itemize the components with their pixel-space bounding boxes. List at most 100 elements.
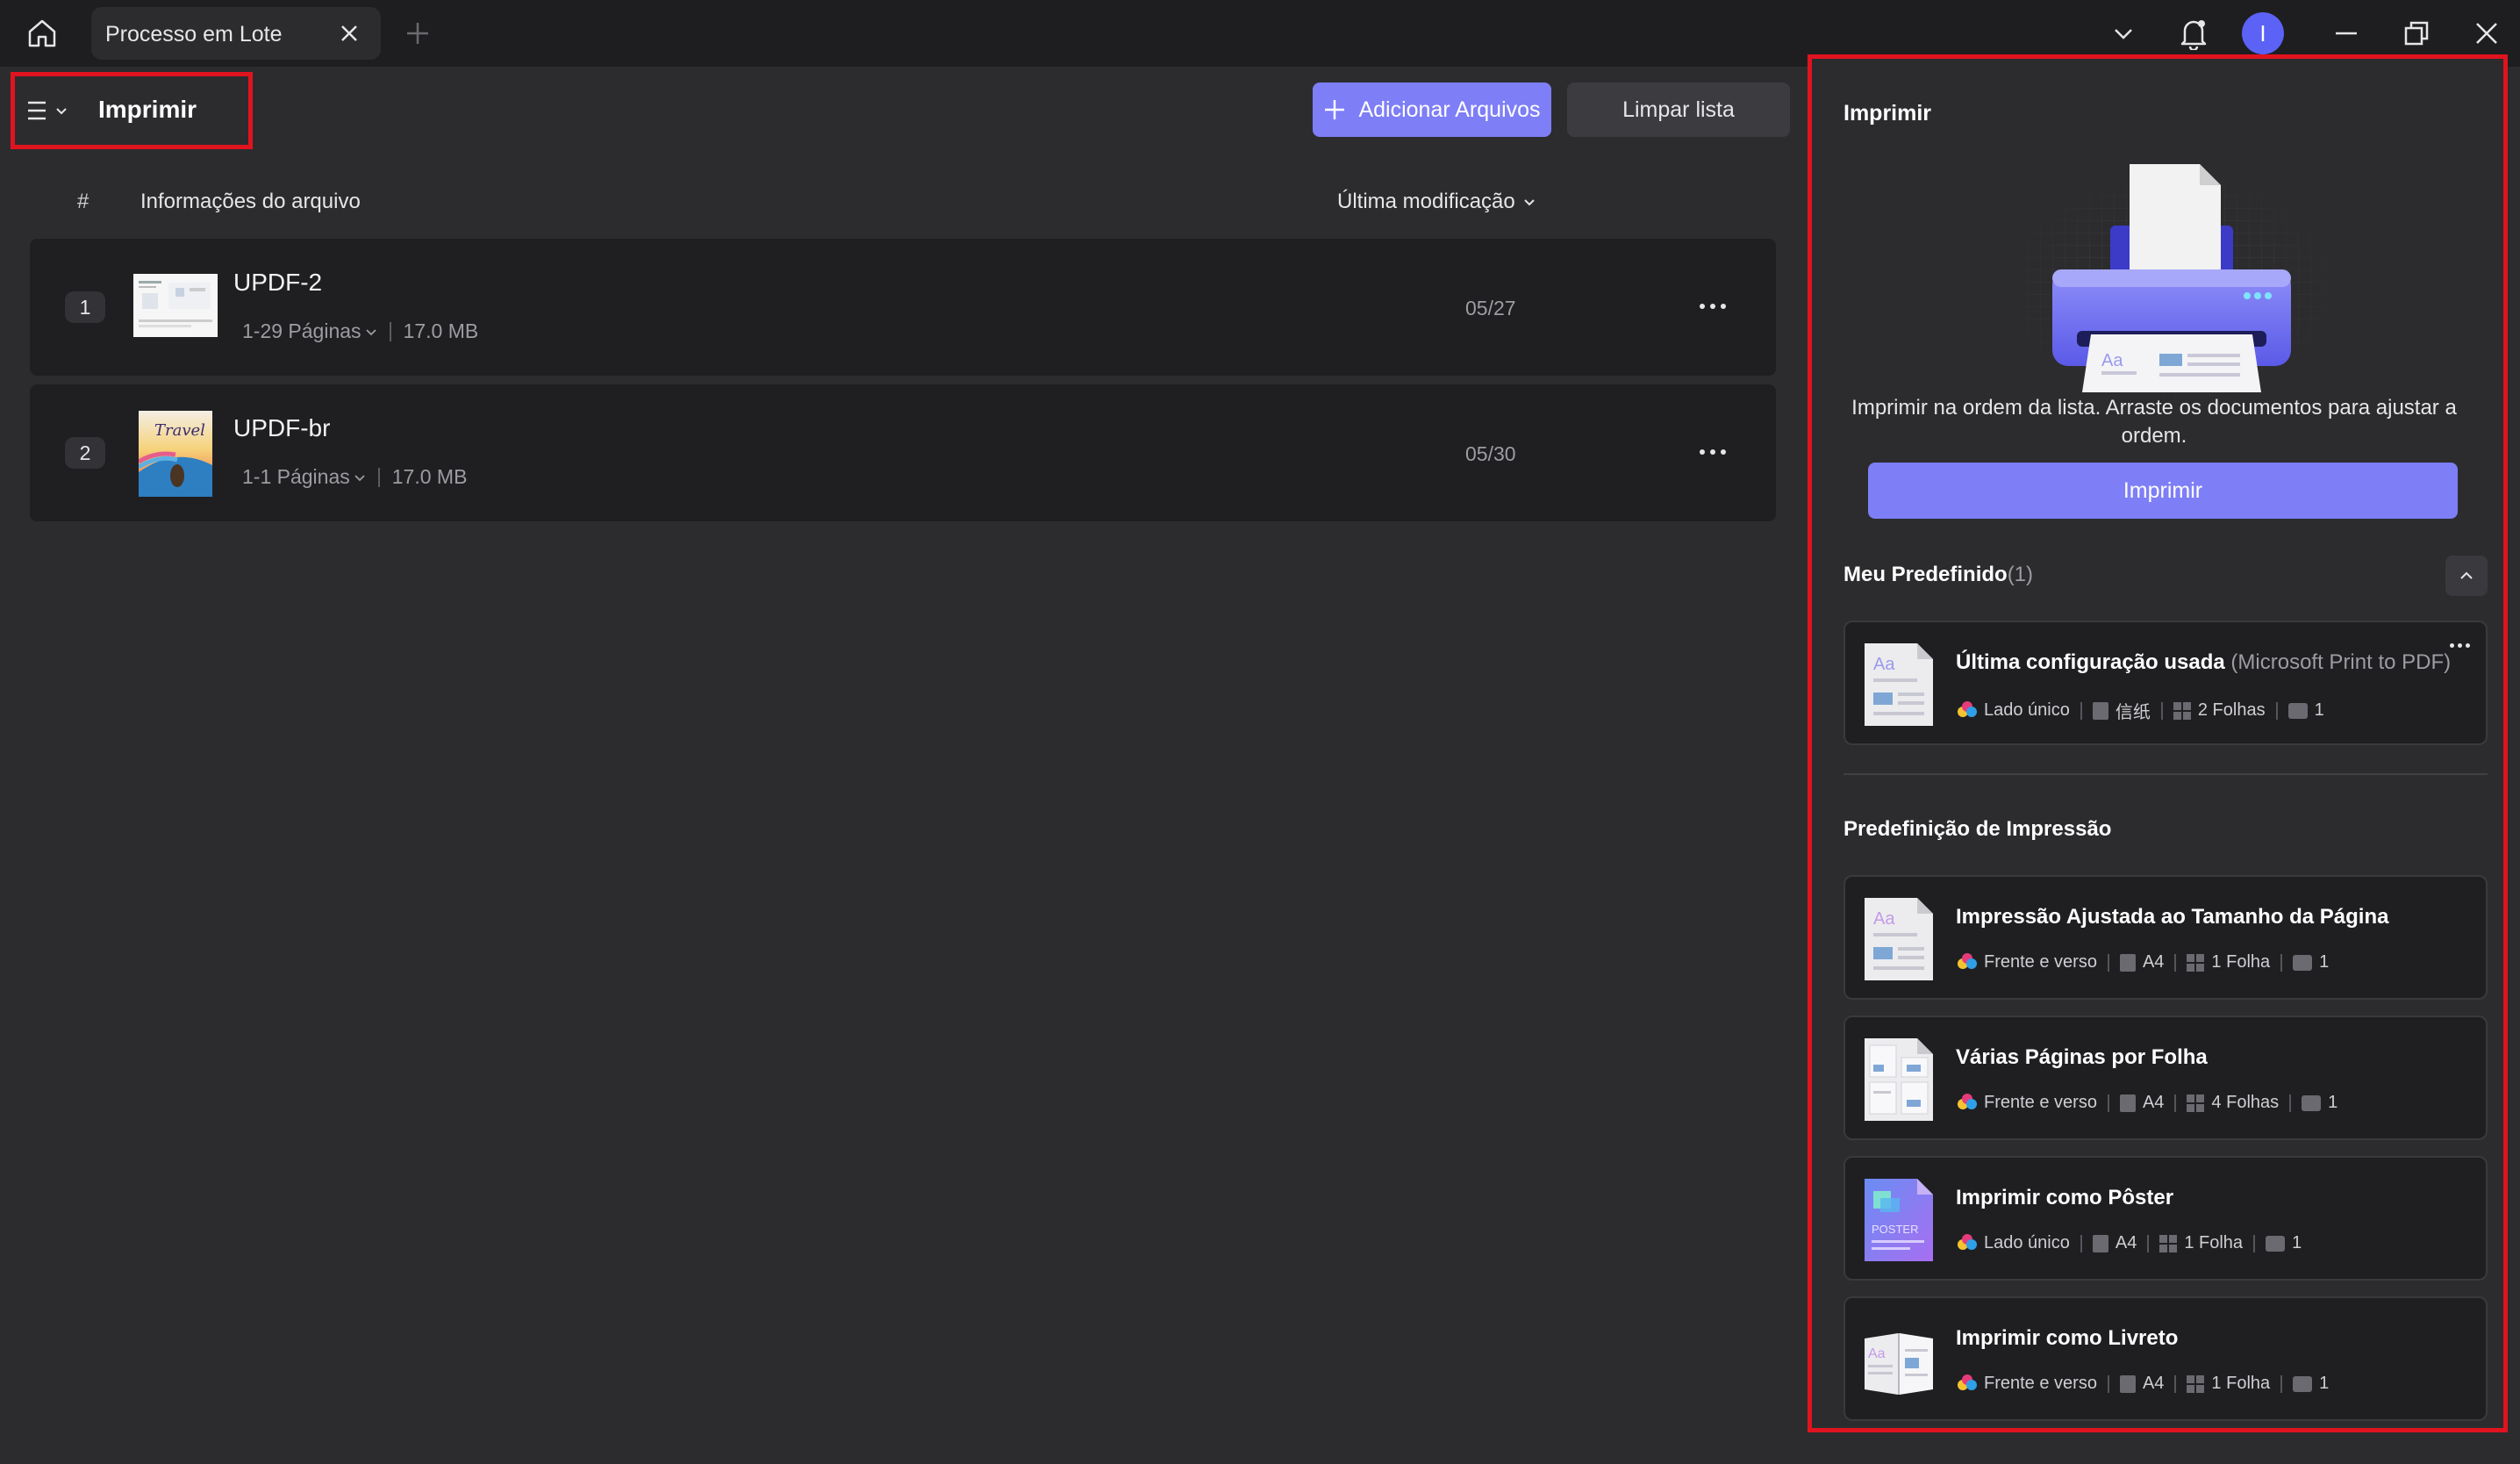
divider (2174, 953, 2177, 972)
plus-icon[interactable] (404, 19, 432, 47)
panel-description: Imprimir na ordem da lista. Arraste os d… (1851, 396, 2457, 448)
close-window-button[interactable] (2469, 16, 2504, 51)
sheets-icon (2187, 1094, 2205, 1112)
page-range-select[interactable]: 1-29 Páginas (242, 319, 377, 343)
dot (1700, 304, 1705, 309)
copies-icon (2287, 702, 2308, 719)
more-options-button[interactable] (1685, 293, 1741, 319)
spec-paper-label: A4 (2115, 1233, 2137, 1252)
sheets-icon (2187, 953, 2205, 972)
section-divider (1843, 773, 2488, 775)
spec-side-label: Lado único (1984, 1233, 2070, 1252)
print-settings-panel: Imprimir Aa Imprimir na ordem da lista. … (1808, 54, 2508, 1432)
dot (1721, 304, 1726, 309)
copies-icon (2293, 954, 2313, 971)
spec-side: Lado único (1958, 700, 2070, 721)
poster-thumbnail-text: POSTER (1872, 1223, 1918, 1236)
preset-more-button[interactable] (2450, 643, 2470, 648)
add-files-button[interactable]: Adicionar Arquivos (1313, 83, 1551, 137)
tab-processo-em-lote[interactable]: Processo em Lote (91, 7, 381, 60)
dot (1710, 449, 1715, 455)
printer-icon: Aa (1996, 164, 2347, 410)
spec-copies: 1 (2293, 952, 2329, 972)
spec-side: Lado único (1958, 1233, 2070, 1253)
chevron-down-icon (1524, 199, 1535, 206)
column-info-header: Informações do arquivo (140, 190, 361, 213)
spec-side: Frente e verso (1958, 952, 2097, 972)
file-size: 17.0 MB (403, 319, 479, 342)
dot (2450, 643, 2454, 648)
preset-title: Várias Páginas por Folha (1956, 1045, 2208, 1069)
divider (2160, 701, 2163, 720)
menu-button[interactable] (26, 95, 77, 126)
spec-sheets-label: 4 Folhas (2211, 1093, 2280, 1112)
my-preset-title: Meu Predefinido(1) (1843, 563, 2033, 587)
poster-thumbnail-icon: POSTER (1865, 1179, 1933, 1261)
thumbnail-glyph: Aa (1873, 909, 1895, 929)
spec-side-label: Frente e verso (1984, 1093, 2097, 1112)
spec-paper: A4 (2119, 1374, 2165, 1394)
color-icon (1958, 1093, 1977, 1113)
preset-specs: Frente e verso A4 1 Folha 1 (1958, 952, 2329, 972)
preset-specs: Frente e verso A4 4 Folhas 1 (1958, 1093, 2337, 1113)
preset-specs: Frente e verso A4 1 Folha 1 (1958, 1374, 2329, 1394)
preset-card-last-used[interactable]: Aa Última configuração usada (Microsoft … (1843, 621, 2488, 745)
thumbnail-glyph: Aa (1868, 1346, 1886, 1361)
dot (2466, 643, 2470, 648)
dot (1721, 449, 1726, 455)
restore-button[interactable] (2399, 16, 2434, 51)
spec-paper: A4 (2092, 1233, 2137, 1253)
color-icon (1958, 1233, 1977, 1253)
divider (2289, 1094, 2292, 1112)
collapse-button[interactable] (2445, 556, 2488, 596)
divider (2107, 953, 2109, 972)
notifications-button[interactable] (2176, 16, 2211, 51)
row-number: 2 (65, 437, 105, 469)
color-icon (1958, 1374, 1977, 1394)
chevron-up-icon (2460, 571, 2473, 579)
paper-icon (2119, 1374, 2136, 1393)
sheets-icon (2159, 1234, 2178, 1252)
clear-list-button[interactable]: Limpar lista (1567, 83, 1790, 137)
column-modified-header[interactable]: Última modificação (1337, 190, 1536, 214)
preset-card-poster[interactable]: POSTER Imprimir como Pôster Lado único A… (1843, 1156, 2488, 1281)
spec-paper-label: A4 (2142, 952, 2165, 972)
minimize-button[interactable] (2329, 16, 2364, 51)
file-thumbnail (133, 274, 218, 337)
paper-icon (2092, 701, 2108, 720)
divider (389, 321, 391, 341)
preset-card-multiple-pages[interactable]: Várias Páginas por Folha Frente e verso … (1843, 1015, 2488, 1140)
preset-card-fit-to-page[interactable]: Aa Impressão Ajustada ao Tamanho da Pági… (1843, 875, 2488, 1000)
preset-card-booklet[interactable]: Aa Imprimir como Livreto Frente e verso … (1843, 1296, 2488, 1421)
plus-icon (1325, 100, 1345, 119)
home-button[interactable] (21, 12, 63, 54)
page-range-label: 1-1 Páginas (242, 465, 350, 488)
preset-title: Última configuração usada (1956, 650, 2225, 674)
minimize-icon (2336, 32, 2357, 35)
more-options-button[interactable] (1685, 439, 1741, 465)
chevron-down-icon (354, 474, 365, 481)
spec-paper-label: A4 (2142, 1374, 2165, 1393)
file-meta: 1-1 Páginas 17.0 MB (242, 465, 467, 489)
sheets-icon (2173, 701, 2191, 720)
dropdown-button[interactable] (2106, 16, 2141, 51)
column-number-header: # (77, 190, 89, 213)
preset-name: Última configuração usada (Microsoft Pri… (1956, 650, 2451, 675)
table-row[interactable]: 1 UPDF-2 1-29 Páginas 17.0 MB 05/27 (30, 239, 1776, 376)
spec-side: Frente e verso (1958, 1093, 2097, 1113)
document-thumbnail-icon: Aa (1865, 898, 1933, 980)
paper-icon (2119, 953, 2136, 972)
spec-paper: 信纸 (2092, 698, 2151, 723)
bell-icon (2180, 20, 2207, 50)
page-range-select[interactable]: 1-1 Páginas (242, 465, 366, 489)
avatar[interactable]: I (2242, 12, 2284, 54)
printer-paper-glyph: Aa (2101, 351, 2123, 370)
copies-icon (2266, 1235, 2286, 1252)
close-icon[interactable] (337, 21, 362, 46)
table-row[interactable]: 2 Travel UPDF-br 1-1 Páginas 17.0 MB 05/… (30, 384, 1776, 521)
add-files-label: Adicionar Arquivos (1358, 97, 1541, 122)
spec-sheets: 1 Folha (2187, 952, 2270, 972)
print-button[interactable]: Imprimir (1868, 463, 2458, 519)
chevron-down-icon (56, 108, 67, 115)
my-preset-label: Meu Predefinido (1843, 563, 2008, 586)
